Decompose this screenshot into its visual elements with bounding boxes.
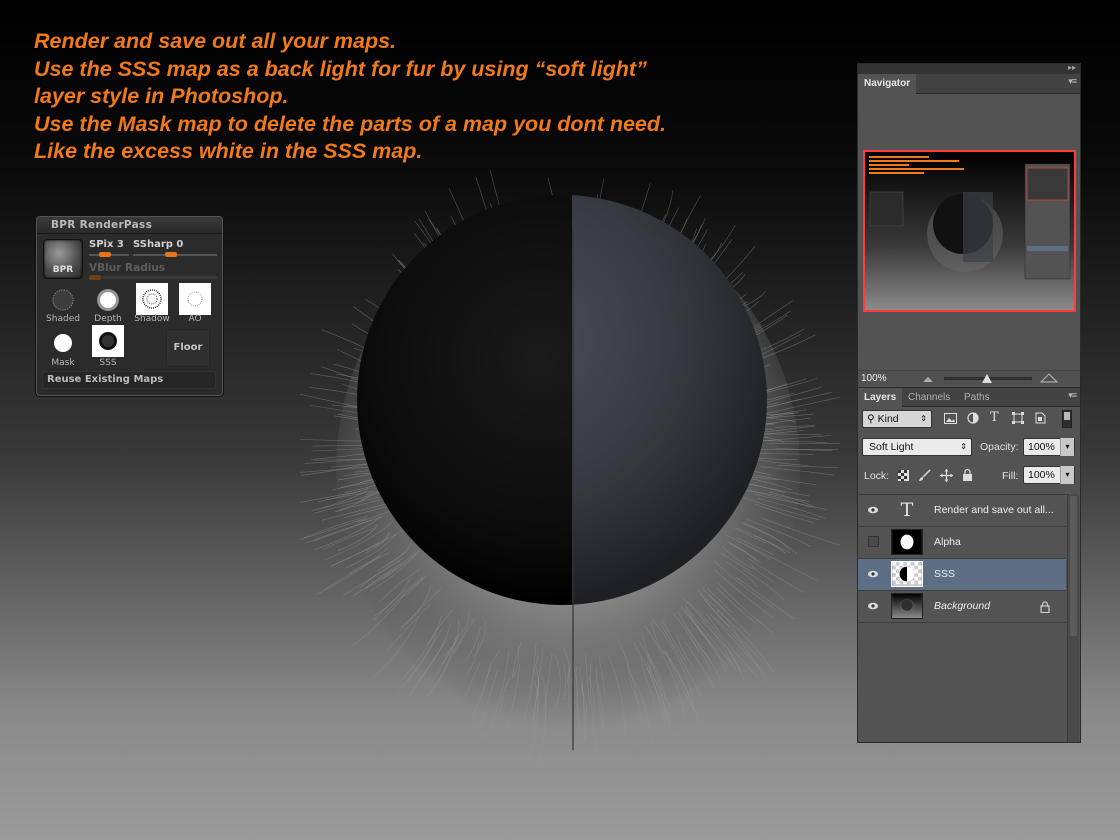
floor-button[interactable]: Floor [166, 329, 210, 367]
sss-map-thumbnail[interactable] [92, 325, 124, 357]
layers-tabbar: Layers Channels Paths ▾≡ [858, 387, 1080, 408]
panel-menu-icon[interactable]: ▾≡ [1068, 76, 1077, 87]
shadow-map-thumbnail[interactable] [136, 283, 168, 315]
lock-transparent-icon[interactable] [898, 470, 909, 481]
layer-name: Background [934, 600, 991, 612]
updown-arrows-icon: ⇕ [960, 442, 967, 451]
layer-row-text[interactable]: T Render and save out all... [858, 495, 1066, 527]
lock-fill-row: Lock: Fill: 100% ▾ [862, 466, 1076, 486]
layer-filter-row: ⚲ Kind ⇕ T [862, 410, 1076, 430]
pixel-filter-icon[interactable] [944, 413, 957, 424]
instruction-line: layer style in Photoshop. [34, 84, 289, 108]
bpr-renderpass-panel: BPR RenderPass BPR SPix 3 SSharp 0 VBlur… [36, 216, 223, 396]
filter-kind-label: Kind [877, 413, 899, 425]
spix-slider-label: SPix 3 [89, 239, 124, 250]
zoom-slider-knob[interactable] [982, 374, 992, 383]
spix-slider-knob[interactable] [99, 252, 111, 257]
bpr-panel-title: BPR RenderPass [37, 217, 222, 234]
instruction-line: Like the excess white in the SSS map. [34, 139, 423, 163]
zoom-level-text[interactable]: 100% [861, 373, 887, 384]
opacity-field[interactable]: 100% ▾ [1023, 438, 1075, 456]
zoom-out-icon[interactable] [922, 375, 934, 383]
ssharp-slider-label: SSharp 0 [133, 239, 184, 250]
instruction-line: Use the Mask map to delete the parts of … [34, 111, 666, 136]
adjustment-filter-icon[interactable] [967, 412, 979, 424]
shaded-map-label: Shaded [46, 314, 80, 324]
blend-mode-select[interactable]: Soft Light ⇕ [862, 438, 972, 456]
fill-field[interactable]: 100% ▾ [1023, 466, 1075, 484]
fill-dropdown-arrow-icon[interactable]: ▾ [1060, 466, 1074, 484]
ao-map-thumbnail[interactable] [179, 283, 211, 315]
blend-mode-value: Soft Light [869, 441, 914, 453]
lock-position-move-icon[interactable] [940, 469, 953, 482]
lock-label: Lock: [864, 470, 890, 482]
search-icon: ⚲ [867, 413, 875, 425]
layer-row-alpha[interactable]: Alpha [858, 527, 1066, 559]
instructions-text: Render and save out all your maps. Use t… [34, 28, 794, 166]
zoom-in-icon[interactable] [1040, 372, 1058, 383]
layer-name: Render and save out all... [934, 504, 1054, 516]
instruction-line: Use the SSS map as a back light for fur … [34, 56, 647, 81]
tab-paths[interactable]: Paths [958, 388, 996, 408]
sss-layer-thumbnail [891, 561, 923, 587]
eye-visibility-icon[interactable] [868, 602, 878, 610]
lock-pixels-brush-icon[interactable] [918, 469, 931, 482]
shadow-map-label: Shadow [134, 314, 170, 324]
layers-scrollbar-thumb[interactable] [1070, 496, 1077, 636]
tab-navigator[interactable]: Navigator [858, 74, 917, 94]
navigator-preview[interactable] [863, 150, 1076, 312]
layers-scrollbar[interactable] [1067, 494, 1079, 742]
navigator-tabbar: Navigator ▾≡ [858, 74, 1080, 94]
fill-value: 100% [1028, 469, 1055, 481]
instruction-line: Render and save out all your maps. [34, 29, 397, 53]
layer-name: SSS [934, 568, 956, 580]
navigator-zoom-bar: 100% [858, 370, 1080, 386]
mask-map-label: Mask [51, 358, 75, 368]
fur-sphere-render [300, 170, 840, 769]
depth-map-thumbnail[interactable] [92, 285, 124, 317]
collapse-panels-icon[interactable]: ▸▸ [1068, 63, 1076, 72]
opacity-value: 100% [1028, 441, 1055, 453]
eye-visibility-icon[interactable] [868, 506, 878, 514]
fill-label: Fill: [1002, 470, 1019, 482]
filter-kind-select[interactable]: ⚲ Kind ⇕ [862, 410, 932, 428]
tab-layers[interactable]: Layers [858, 388, 903, 408]
tab-channels[interactable]: Channels [902, 388, 956, 408]
vblur-slider-knob[interactable] [89, 275, 101, 280]
shaded-map-thumbnail[interactable] [47, 285, 79, 317]
shape-filter-icon[interactable] [1012, 412, 1024, 424]
layer-name: Alpha [934, 536, 961, 548]
blend-mode-row: Soft Light ⇕ Opacity: 100% ▾ [862, 438, 1076, 458]
navigator-thumbnail [865, 152, 1074, 310]
filter-toggle-switch[interactable] [1062, 410, 1072, 428]
layer-row-sss[interactable]: SSS [858, 559, 1066, 591]
smart-object-filter-icon[interactable] [1034, 412, 1046, 424]
mask-map-thumbnail[interactable] [47, 327, 79, 359]
layer-row-background[interactable]: Background [858, 591, 1066, 623]
vblur-radius-label: VBlur Radius [89, 262, 166, 274]
alpha-layer-thumbnail [891, 529, 923, 555]
panel-topbar: ▸▸ [858, 63, 1080, 74]
vblur-slider-track[interactable] [89, 276, 217, 279]
reuse-existing-maps-button[interactable]: Reuse Existing Maps [42, 371, 216, 389]
opacity-label: Opacity: [980, 441, 1019, 453]
text-layer-icon: T [900, 499, 914, 521]
background-layer-thumbnail [891, 593, 923, 619]
ssharp-slider-knob[interactable] [165, 252, 177, 257]
layers-panel-menu-icon[interactable]: ▾≡ [1068, 390, 1077, 401]
lock-all-icon[interactable] [962, 468, 973, 481]
ao-map-label: AO [188, 314, 202, 324]
layer-lock-icon [1040, 601, 1050, 613]
depth-map-label: Depth [94, 314, 122, 324]
bpr-button-label: BPR [52, 265, 74, 275]
type-filter-icon[interactable]: T [990, 410, 999, 425]
photoshop-panels: ▸▸ Navigator ▾≡ 100% Layers Channels Pat… [857, 63, 1081, 743]
visibility-toggle-empty[interactable] [868, 536, 879, 547]
eye-visibility-icon[interactable] [868, 570, 878, 578]
sss-map-label: SSS [99, 358, 117, 368]
bpr-render-button[interactable]: BPR [43, 239, 83, 279]
layer-list: T Render and save out all... Alpha SSS B… [858, 494, 1066, 623]
opacity-dropdown-arrow-icon[interactable]: ▾ [1060, 438, 1074, 456]
updown-arrows-icon: ⇕ [920, 414, 927, 423]
